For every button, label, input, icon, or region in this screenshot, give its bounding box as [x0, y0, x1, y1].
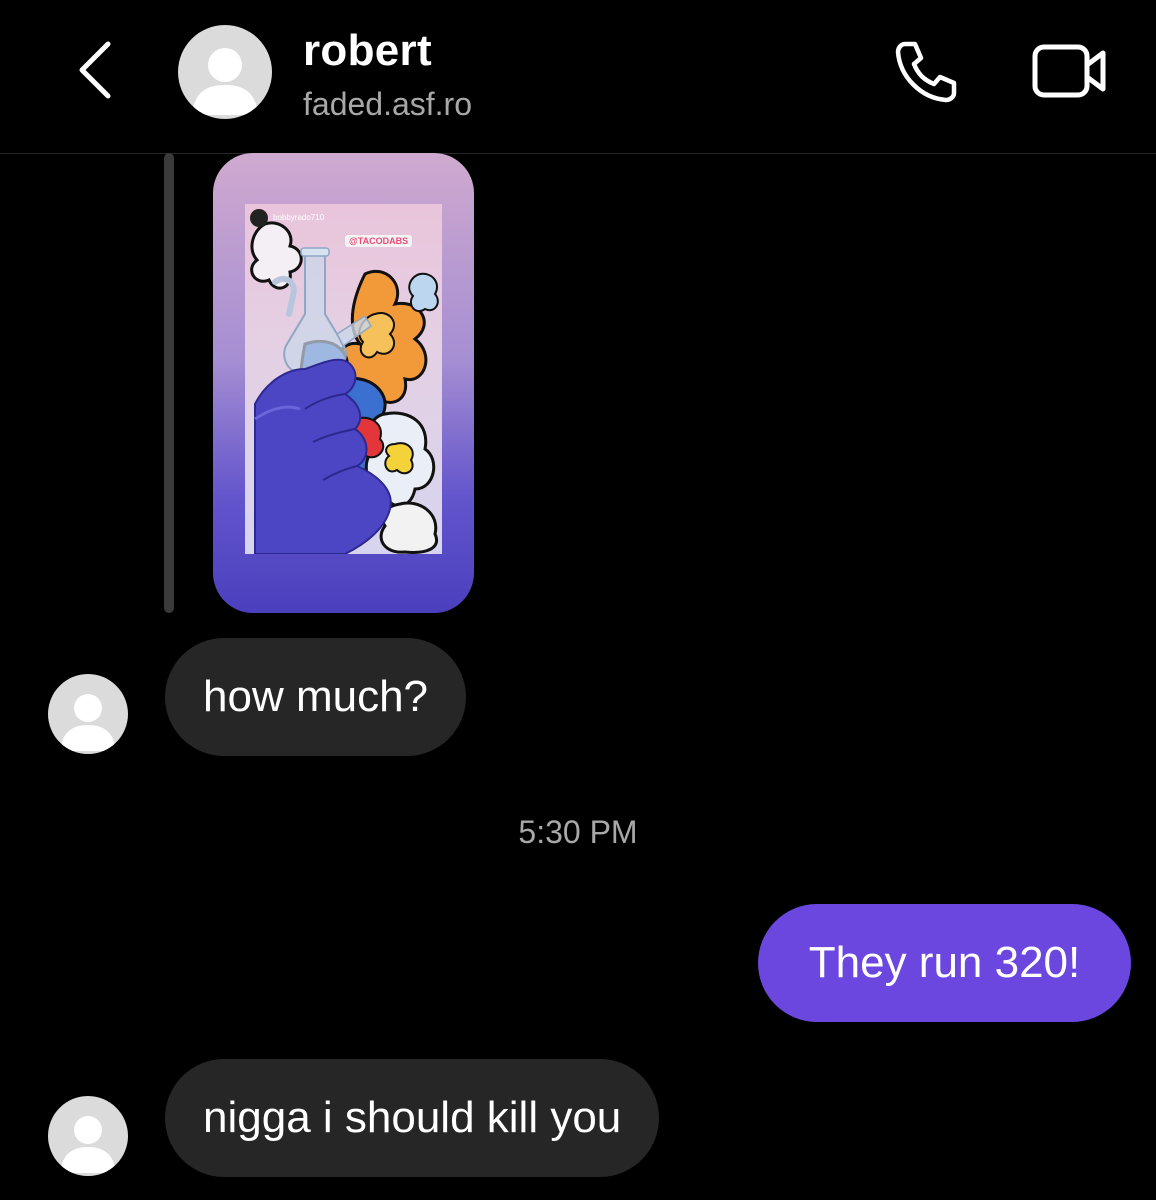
phone-icon [895, 41, 957, 103]
story-username: bobbyrado710 [273, 213, 325, 222]
voice-call-button[interactable] [886, 35, 966, 107]
shared-story-preview[interactable]: bobbyrado710 @TACODABS [213, 153, 474, 613]
video-camera-icon [1032, 44, 1106, 98]
contact-name[interactable]: robert [303, 26, 432, 76]
default-avatar-icon [60, 1116, 116, 1173]
avatar[interactable] [48, 674, 128, 754]
video-call-button[interactable] [1028, 35, 1112, 107]
chevron-left-icon [79, 41, 111, 99]
default-avatar-icon [192, 48, 258, 115]
message-bubble[interactable]: nigga i should kill you [165, 1059, 660, 1177]
message-text: They run 320! [808, 938, 1081, 987]
message-timestamp: 5:30 PM [518, 814, 638, 850]
message-text: how much? [203, 672, 429, 721]
message-bubble[interactable]: how much? [165, 638, 467, 756]
message-text: nigga i should kill you [203, 1093, 622, 1142]
reply-indicator-bar [164, 153, 174, 613]
story-mention-tag: @TACODABS [345, 235, 413, 247]
avatar[interactable] [48, 1096, 128, 1176]
chat-header: robert faded.asf.ro [0, 0, 1156, 154]
message-bubble[interactable]: They run 320! [758, 904, 1131, 1022]
story-user-avatar [250, 209, 268, 227]
back-button[interactable] [62, 38, 126, 102]
story-image: bobbyrado710 @TACODABS [245, 204, 442, 554]
avatar[interactable] [178, 25, 272, 119]
contact-username[interactable]: faded.asf.ro [303, 86, 472, 123]
default-avatar-icon [60, 694, 116, 751]
